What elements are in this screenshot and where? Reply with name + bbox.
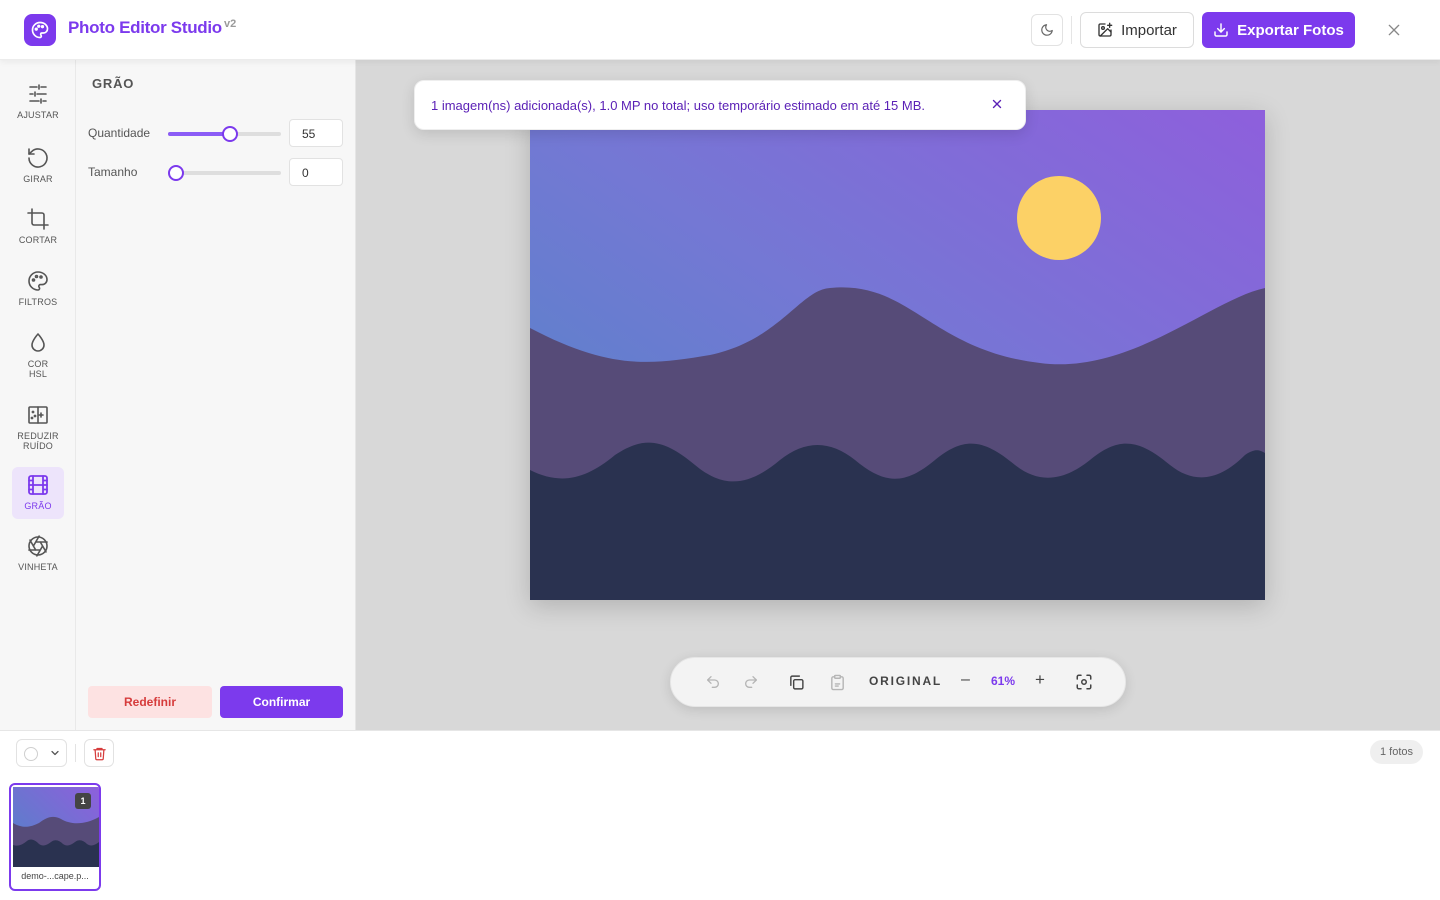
import-label: Importar [1121, 21, 1177, 39]
paste-button[interactable] [826, 671, 848, 693]
nav-item-ajustar[interactable]: AJUSTAR [12, 76, 64, 120]
nav-label: FILTROS [18, 297, 58, 307]
landscape-image [530, 110, 1265, 600]
reset-button[interactable]: Redefinir [88, 686, 212, 718]
copy-button[interactable] [785, 671, 807, 693]
crop-icon [27, 208, 49, 230]
photos-count-badge: 1 fotos [1370, 740, 1424, 764]
size-slider-row: Tamanho 0 [88, 158, 344, 186]
film-icon [28, 475, 48, 495]
notification-toast: 1 imagem(ns) adicionada(s), 1.0 MP no to… [414, 80, 1026, 130]
image-plus-icon [1098, 22, 1113, 37]
app-version-badge: v2 [224, 18, 237, 30]
filmstrip-divider [75, 744, 76, 762]
quantity-slider-fill [168, 132, 231, 136]
close-editor-button[interactable] [1380, 16, 1408, 44]
zoom-out-button[interactable]: – [961, 671, 970, 689]
redo-button[interactable] [740, 671, 762, 693]
thumbnail-filename: demo-...cape.p... [21, 871, 89, 881]
rotate-icon [28, 148, 48, 168]
theme-toggle-button[interactable] [1031, 14, 1063, 46]
close-icon [992, 99, 1002, 109]
edited-image [530, 110, 1265, 600]
nav-item-cor-hsl[interactable]: COR HSL [12, 325, 64, 379]
redo-icon [745, 676, 757, 688]
nav-item-reduzir-ruido[interactable]: REDUZIR RUÍDO [12, 397, 64, 451]
aperture-icon [28, 535, 48, 557]
import-button[interactable]: Importar [1080, 12, 1194, 48]
palette-icon [28, 271, 48, 291]
tool-sidebar: AJUSTAR GIRAR CORTAR FILTROS COR HSL RED… [0, 60, 76, 730]
palette-logo-icon [31, 21, 49, 39]
undo-icon [707, 676, 719, 688]
size-value-input[interactable]: 0 [289, 158, 343, 186]
nav-label: GIRAR [23, 174, 53, 184]
nav-item-filtros[interactable]: FILTROS [12, 263, 64, 307]
confirm-button[interactable]: Confirmar [220, 686, 343, 718]
nav-label: REDUZIR RUÍDO [17, 431, 59, 451]
nav-label: COR HSL [27, 359, 49, 379]
nav-label: VINHETA [18, 562, 58, 572]
canvas-toolbar: ORIGINAL – 61% + [670, 657, 1126, 707]
app-title: Photo Editor Studio [68, 18, 222, 37]
nav-item-grao[interactable]: GRÃO [12, 467, 64, 519]
app-logo [24, 14, 56, 46]
canvas-area: 1 imagem(ns) adicionada(s), 1.0 MP no to… [356, 60, 1440, 730]
quantity-slider-thumb[interactable] [222, 126, 239, 142]
photo-thumbnail[interactable]: 1 demo-...cape.p... [9, 783, 101, 891]
select-all-dropdown[interactable] [16, 739, 67, 767]
zoom-in-button[interactable]: + [1035, 670, 1045, 690]
denoise-icon [28, 406, 48, 424]
original-toggle-button[interactable]: ORIGINAL [869, 674, 942, 688]
close-icon [1388, 24, 1400, 36]
quantity-slider[interactable] [168, 126, 281, 142]
quantity-value-input[interactable]: 55 [289, 119, 343, 147]
toast-close-button[interactable] [990, 97, 1006, 113]
sliders-icon [29, 84, 47, 104]
nav-item-girar[interactable]: GIRAR [12, 140, 64, 184]
delete-button[interactable] [84, 739, 114, 767]
export-label: Exportar Fotos [1237, 21, 1344, 39]
size-label: Tamanho [88, 165, 138, 179]
export-photos-button[interactable]: Exportar Fotos [1202, 12, 1355, 48]
nav-label: AJUSTAR [17, 110, 59, 120]
copy-icon [789, 674, 804, 690]
chevron-down-icon [51, 750, 59, 756]
nav-label: GRÃO [24, 501, 52, 511]
toast-message: 1 imagem(ns) adicionada(s), 1.0 MP no to… [431, 98, 925, 113]
zoom-level: 61% [991, 674, 1016, 688]
undo-button[interactable] [702, 671, 724, 693]
select-all-checkbox[interactable] [24, 747, 38, 761]
panel-title: GRÃO [92, 76, 135, 91]
nav-item-cortar[interactable]: CORTAR [12, 201, 64, 245]
paste-icon [830, 674, 844, 690]
moon-icon [1041, 24, 1053, 36]
nav-item-vinheta[interactable]: VINHETA [12, 528, 64, 572]
download-icon [1214, 23, 1228, 37]
size-slider[interactable] [168, 165, 281, 181]
quantity-slider-row: Quantidade 55 [88, 119, 344, 147]
app-header: Photo Editor Studio v2 Importar Exportar… [0, 0, 1440, 60]
size-slider-thumb[interactable] [168, 165, 184, 181]
trash-icon [92, 747, 106, 760]
filmstrip: 1 fotos 1 demo-...cape.p... [0, 730, 1440, 900]
header-divider [1071, 16, 1072, 44]
thumbnail-index-badge: 1 [75, 793, 91, 809]
focus-icon [1076, 674, 1092, 690]
grain-settings-panel: GRÃO Quantidade 55 Tamanho 0 Redefinir C… [76, 60, 356, 730]
quantity-label: Quantidade [88, 126, 151, 140]
fit-to-screen-button[interactable] [1073, 671, 1095, 693]
droplet-icon [31, 333, 45, 352]
nav-label: CORTAR [18, 235, 58, 245]
